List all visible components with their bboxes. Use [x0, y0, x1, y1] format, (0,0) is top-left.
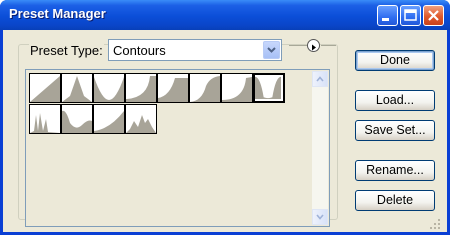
panel-menu-button[interactable]	[307, 39, 320, 52]
title-bar[interactable]: Preset Manager	[0, 0, 450, 30]
vertical-scrollbar[interactable]	[312, 71, 328, 225]
minimize-button[interactable]	[377, 5, 398, 26]
contour-shape-icon	[255, 76, 281, 99]
divider	[289, 45, 309, 46]
scroll-up-button[interactable]	[312, 71, 328, 87]
contour-thumb-ring[interactable]	[157, 73, 189, 103]
contour-shape-icon	[62, 76, 92, 102]
contour-thumb-cove-deep[interactable]	[93, 73, 125, 103]
maximize-icon	[404, 9, 417, 21]
contour-thumb-gaussian[interactable]	[189, 73, 221, 103]
contour-thumb-cove-shallow[interactable]	[93, 104, 125, 134]
contour-shape-icon	[62, 110, 92, 133]
contour-shape-icon	[94, 77, 124, 102]
chevron-down-icon	[316, 214, 324, 220]
contour-thumb-half-round[interactable]	[125, 73, 157, 103]
contour-shape-icon	[30, 76, 60, 102]
close-button[interactable]	[423, 5, 444, 26]
close-icon	[428, 10, 439, 21]
contour-thumb-linear[interactable]	[29, 73, 61, 103]
contour-shape-icon	[190, 76, 220, 102]
contour-shape-icon	[158, 78, 188, 102]
contour-shape-icon	[94, 111, 124, 133]
save-set-button[interactable]: Save Set...	[355, 120, 435, 141]
maximize-button[interactable]	[400, 5, 421, 26]
preset-type-label: Preset Type:	[29, 43, 104, 58]
dialog-body: Preset Type: Contours Done Load... Save …	[3, 30, 447, 232]
dropdown-button[interactable]	[263, 41, 280, 59]
resize-grip-icon[interactable]	[429, 218, 442, 231]
contour-thumb-rounded-steps[interactable]	[221, 73, 253, 103]
contour-thumb-sawtooth[interactable]	[253, 73, 285, 103]
play-arrow-icon	[312, 44, 316, 51]
contour-thumb-ring-double[interactable]	[29, 104, 61, 134]
window-title: Preset Manager	[9, 6, 106, 21]
delete-button[interactable]: Delete	[355, 190, 435, 211]
preset-type-select[interactable]: Contours	[108, 39, 282, 61]
preset-list[interactable]	[25, 69, 330, 227]
contour-thumb-ring-triple[interactable]	[125, 104, 157, 134]
done-button[interactable]: Done	[355, 50, 435, 71]
contour-shape-icon	[126, 115, 156, 133]
contour-thumb-cone[interactable]	[61, 73, 93, 103]
preset-manager-window: Preset Manager Preset Type: Contours Don…	[0, 0, 450, 235]
rename-button[interactable]: Rename...	[355, 160, 435, 181]
minimize-icon	[382, 18, 389, 21]
preset-type-value: Contours	[113, 43, 166, 58]
divider	[321, 45, 336, 46]
contour-thumb-rolling-slope[interactable]	[61, 104, 93, 134]
load-button[interactable]: Load...	[355, 90, 435, 111]
chevron-up-icon	[316, 76, 324, 82]
contour-shape-icon	[222, 77, 252, 102]
chevron-down-icon	[267, 47, 276, 53]
contour-shape-icon	[30, 113, 60, 133]
contour-shape-icon	[126, 76, 156, 102]
scroll-down-button[interactable]	[312, 209, 328, 225]
